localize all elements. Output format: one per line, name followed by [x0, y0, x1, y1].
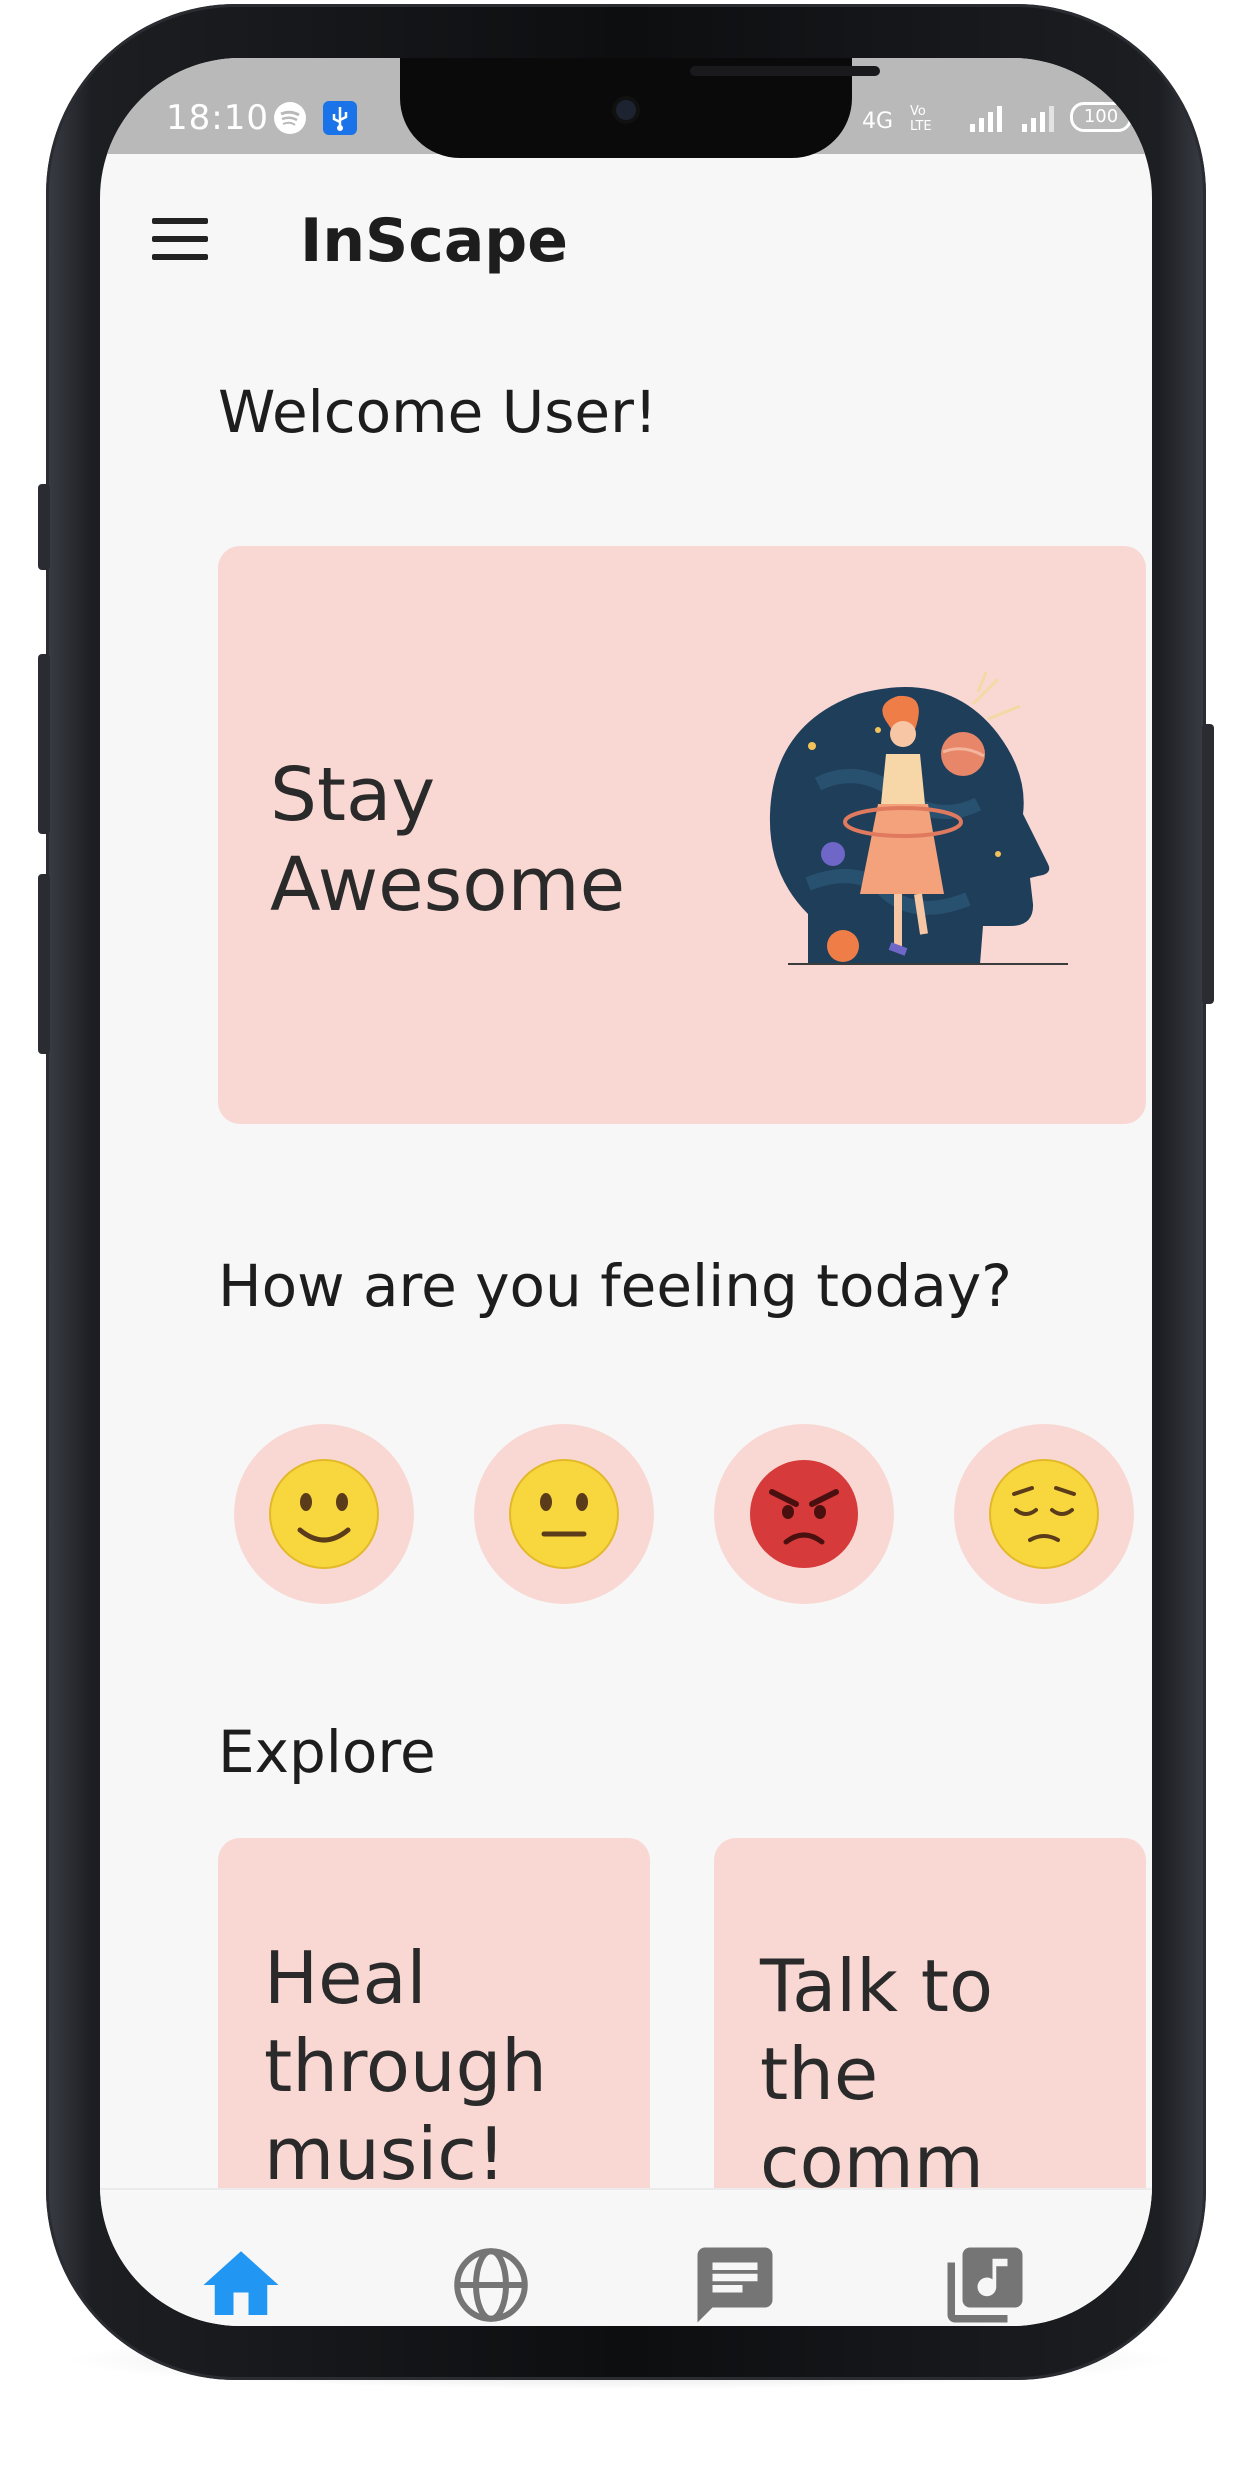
earpiece-speaker: [690, 66, 880, 76]
mood-angry-button[interactable]: [714, 1424, 894, 1604]
svg-text:Vo: Vo: [910, 104, 926, 119]
bottom-navigation: [100, 2188, 1152, 2326]
phone-frame: 18:10 4G Vo LTE 100 InScape Welcome User…: [38, 4, 1214, 2380]
mood-selector: [234, 1424, 1134, 1604]
chat-icon: [697, 2247, 773, 2323]
explore-heading: Explore: [218, 1718, 436, 1786]
music-library-icon: [947, 2247, 1023, 2323]
mood-question: How are you feeling today?: [218, 1252, 1012, 1320]
mood-sad-button[interactable]: [954, 1424, 1134, 1604]
svg-text:4G: 4G: [862, 109, 893, 134]
hamburger-menu-icon[interactable]: [152, 218, 208, 260]
screen: 18:10 4G Vo LTE 100 InScape Welcome User…: [100, 58, 1152, 2326]
camera-notch: [400, 58, 880, 158]
welcome-heading: Welcome User!: [218, 378, 658, 446]
power-button: [1202, 724, 1214, 1004]
hero-card: Stay Awesome: [218, 546, 1146, 1124]
explore-card-music-text: Heal through music!: [264, 1936, 547, 2196]
signal-icon-2: [1022, 106, 1054, 132]
usb-icon: [323, 101, 357, 135]
status-time: 18:10: [166, 98, 269, 138]
status-bar: 18:10 4G Vo LTE 100: [100, 58, 1152, 158]
svg-text:LTE: LTE: [910, 119, 932, 134]
volte-icon: Vo LTE: [910, 104, 932, 134]
mood-happy-button[interactable]: [234, 1424, 414, 1604]
app-title: InScape: [300, 206, 568, 276]
signal-icon-1: [970, 106, 1002, 132]
hero-text: Stay Awesome: [270, 752, 626, 928]
pensive-face-icon: [989, 1459, 1099, 1569]
volume-up-button: [38, 654, 50, 834]
nav-explore[interactable]: [446, 2240, 536, 2326]
slightly-smiling-face-icon: [269, 1459, 379, 1569]
nav-chat[interactable]: [690, 2240, 780, 2326]
angry-face-icon: [750, 1460, 858, 1568]
volume-down-button: [38, 874, 50, 1054]
mute-switch: [38, 484, 50, 570]
globe-icon: [454, 2248, 528, 2322]
nav-home[interactable]: [196, 2240, 286, 2326]
hotspot-icon: 4G: [862, 109, 893, 134]
spotify-icon: [274, 102, 306, 134]
meditation-head-illustration: [769, 671, 1068, 965]
front-camera: [616, 100, 636, 120]
neutral-face-icon: [509, 1459, 619, 1569]
nav-music[interactable]: [940, 2240, 1030, 2326]
home-icon: [203, 2251, 279, 2315]
battery-icon: 100: [1070, 102, 1132, 132]
app-bar: InScape: [100, 154, 1152, 304]
mood-neutral-button[interactable]: [474, 1424, 654, 1604]
